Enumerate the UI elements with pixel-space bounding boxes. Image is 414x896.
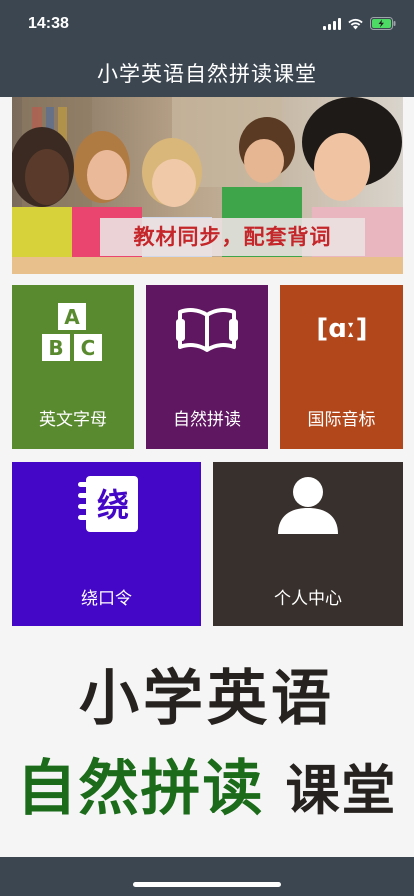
status-bar: 14:38	[0, 0, 414, 50]
block-letter-a: A	[64, 305, 80, 329]
promo-line-1: 小学英语	[79, 664, 335, 734]
block-letter-c: C	[81, 336, 96, 360]
cellular-signal-icon	[323, 17, 341, 30]
page-title: 小学英语自然拼读课堂	[97, 62, 317, 86]
wifi-icon	[348, 18, 363, 29]
banner-caption: 教材同步，配套背词	[100, 218, 365, 256]
person-icon	[278, 477, 338, 534]
tile-label: 自然拼读	[173, 410, 241, 430]
notebook-character: 绕	[96, 486, 128, 524]
tile-label: 个人中心	[274, 589, 342, 609]
status-time: 14:38	[28, 15, 69, 32]
tile-alphabet[interactable]: A B C 英文字母	[12, 285, 134, 449]
notebook-icon: 绕	[77, 476, 138, 532]
app-header: 14:38 小学英语自然拼读课堂	[0, 0, 414, 97]
tile-tongue-twisters[interactable]: 绕 绕口令	[12, 462, 201, 626]
block-letter-b: B	[48, 336, 63, 360]
tile-profile[interactable]: 个人中心	[213, 462, 403, 626]
promo-green-text: 自然拼读	[16, 754, 265, 824]
phonetic-symbol-text: [ɑː]	[316, 314, 367, 344]
tile-label: 绕口令	[81, 589, 132, 609]
tile-phonics[interactable]: 自然拼读	[146, 285, 268, 449]
bottom-bar	[0, 857, 414, 896]
battery-charging-icon	[370, 17, 396, 30]
phonetic-symbol-icon: [ɑː]	[316, 314, 367, 344]
abc-blocks-icon: A B C	[42, 303, 102, 361]
home-indicator[interactable]	[133, 882, 281, 887]
promo-line-2: 自然拼读 课堂	[0, 740, 414, 827]
tile-label: 国际音标	[307, 410, 376, 430]
promo-dark-text: 课堂	[285, 759, 398, 822]
tile-label: 英文字母	[39, 410, 107, 430]
status-icons	[323, 17, 396, 30]
open-book-icon	[176, 308, 238, 352]
tile-phonetic-symbols[interactable]: [ɑː] 国际音标	[280, 285, 403, 449]
